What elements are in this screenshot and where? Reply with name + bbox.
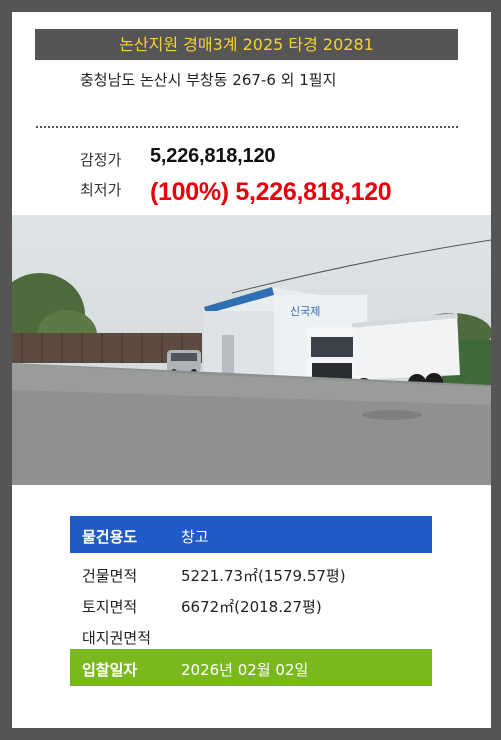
usage-value: 창고	[181, 528, 209, 546]
land-area-label: 토지면적	[82, 598, 138, 616]
dotted-divider	[36, 126, 458, 128]
auction-card: 논산지원 경매3계 2025 타경 20281 충청남도 논산시 부창동 267…	[12, 12, 491, 728]
property-photo: 신국제	[12, 215, 491, 485]
bid-date-row: 입찰일자 2026년 02월 02일	[70, 649, 432, 686]
minimum-price-label: 최저가	[80, 181, 122, 199]
property-address: 충청남도 논산시 부창동 267-6 외 1필지	[80, 71, 337, 89]
building-sign-text: 신국제	[290, 305, 320, 318]
bid-date-label: 입찰일자	[82, 661, 138, 679]
usage-row: 물건용도 창고	[70, 516, 432, 553]
land-right-area-label: 대지권면적	[82, 629, 152, 647]
usage-label: 물건용도	[82, 528, 138, 546]
bid-date-value: 2026년 02월 02일	[181, 661, 309, 679]
appraisal-label: 감정가	[80, 151, 122, 169]
building-area-value: 5221.73㎡(1579.57평)	[181, 567, 346, 585]
appraisal-value: 5,226,818,120	[150, 145, 276, 167]
building-area-label: 건물면적	[82, 567, 138, 585]
land-area-value: 6672㎡(2018.27평)	[181, 598, 322, 616]
case-title: 논산지원 경매3계 2025 타경 20281	[35, 29, 458, 60]
minimum-price-value: (100%) 5,226,818,120	[150, 178, 392, 206]
